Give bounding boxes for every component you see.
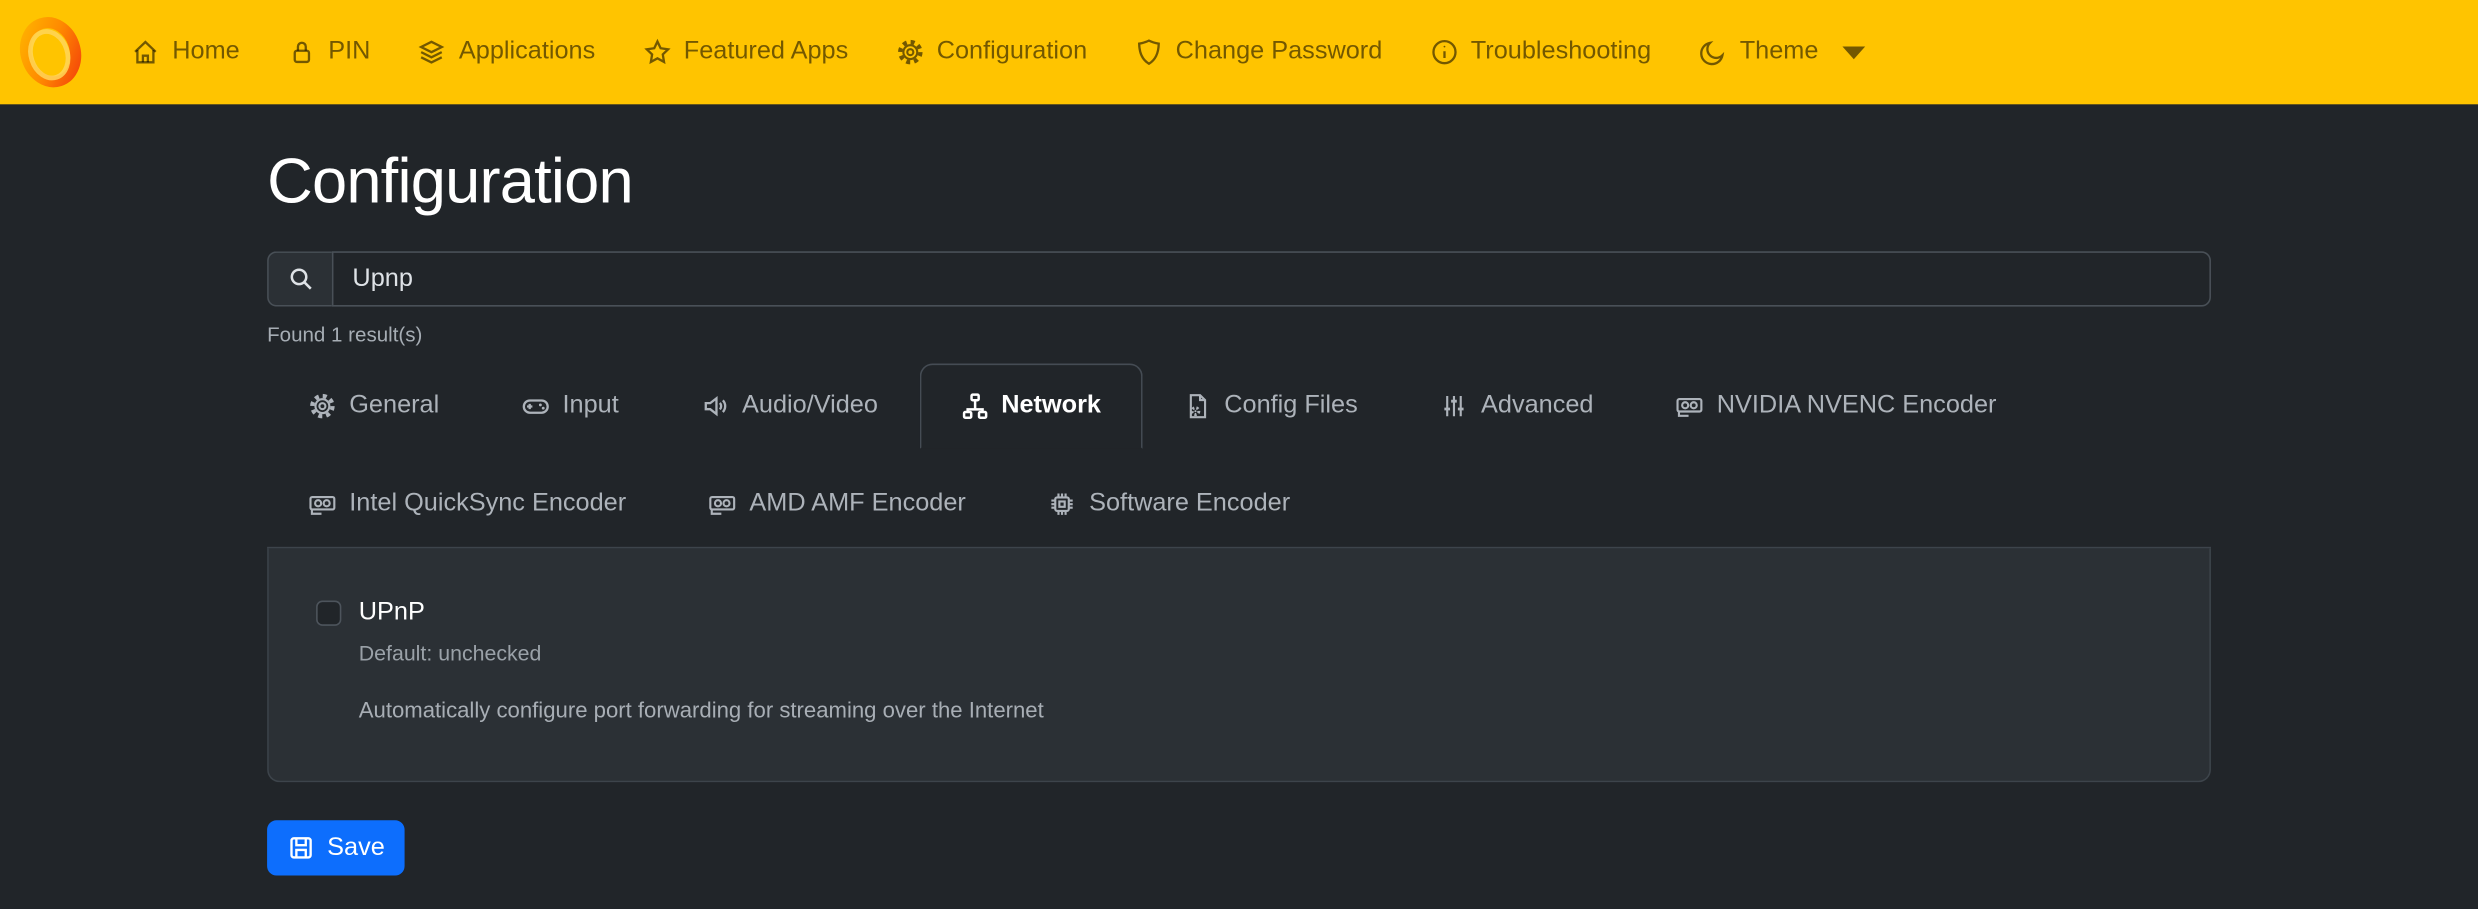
upnp-label[interactable]: UPnP [359,599,425,626]
nav-label: Featured Apps [684,38,848,66]
sliders-icon [1440,392,1468,420]
caret-down-icon [1839,38,1867,66]
tab-label: NVIDIA NVENC Encoder [1717,387,1997,425]
star-icon [643,38,671,66]
search-icon [287,266,314,293]
gpu-card-icon [308,490,336,518]
save-icon [288,834,315,861]
gpu-card-icon [708,490,736,518]
nav-label: Change Password [1176,38,1383,66]
tab-label: Input [562,387,618,425]
tab-label: Config Files [1224,387,1358,425]
search-results-count: Found 1 result(s) [267,319,2211,349]
save-button[interactable]: Save [267,820,405,875]
info-circle-icon [1430,38,1458,66]
tab-intel-quicksync-encoder[interactable]: Intel QuickSync Encoder [267,461,667,546]
tab-config-files[interactable]: Config Files [1142,363,1399,448]
nav-label: Troubleshooting [1471,38,1651,66]
nav-item-troubleshooting[interactable]: Troubleshooting [1406,0,1675,104]
tab-label: Software Encoder [1089,485,1290,523]
tab-network[interactable]: Network [919,363,1142,448]
app-root: Home PIN Applications Featured Apps Conf… [0,0,2478,909]
sunshine-logo-icon [16,16,86,89]
page-title: Configuration [267,147,2211,218]
tab-label: Intel QuickSync Encoder [349,485,626,523]
house-icon [131,38,159,66]
tab-software-encoder[interactable]: Software Encoder [1007,461,1331,546]
navbar-menu: Home PIN Applications Featured Apps Conf… [107,0,1891,104]
file-gear-icon [1183,392,1211,420]
diagram-icon [960,392,988,420]
nav-label: Theme [1740,38,1819,66]
config-search [267,251,2211,306]
tab-label: General [349,387,439,425]
tab-advanced[interactable]: Advanced [1399,363,1635,448]
nav-item-applications[interactable]: Applications [394,0,619,104]
upnp-checkbox[interactable] [316,601,341,626]
save-label: Save [327,834,385,862]
tab-label: Audio/Video [742,387,878,425]
tab-nvidia-nvenc-encoder[interactable]: NVIDIA NVENC Encoder [1635,363,2038,448]
tab-audio-video[interactable]: Audio/Video [660,363,919,448]
nav-item-theme[interactable]: Theme [1675,0,1891,104]
tab-general[interactable]: General [267,363,480,448]
nav-item-pin[interactable]: PIN [263,0,394,104]
nav-label: Configuration [937,38,1087,66]
search-addon [267,251,332,306]
nav-label: PIN [328,38,370,66]
main-content: Configuration Found 1 result(s) General … [267,147,2211,876]
network-tab-panel: UPnP Default: unchecked Automatically co… [267,548,2211,782]
cpu-icon [1048,490,1076,518]
speaker-icon [701,392,729,420]
nav-item-featured-apps[interactable]: Featured Apps [619,0,872,104]
gear-icon [308,392,336,420]
config-tabs: General Input Audio/Video Network Config… [267,363,2211,548]
nav-label: Home [172,38,239,66]
tab-amd-amf-encoder[interactable]: AMD AMF Encoder [667,461,1007,546]
navbar: Home PIN Applications Featured Apps Conf… [0,0,2478,104]
nav-item-home[interactable]: Home [107,0,263,104]
upnp-default-value: Default: unchecked [359,640,2162,668]
sunshine-logo[interactable] [16,16,86,89]
lock-icon [287,38,315,66]
nav-item-change-password[interactable]: Change Password [1111,0,1406,104]
nav-label: Applications [459,38,595,66]
gear-icon [896,38,924,66]
upnp-setting: UPnP Default: unchecked Automatically co… [316,596,2162,726]
stack-icon [418,38,446,66]
shield-icon [1135,38,1163,66]
tab-label: Advanced [1481,387,1593,425]
nav-item-configuration[interactable]: Configuration [872,0,1111,104]
upnp-description: Automatically configure port forwarding … [359,694,2162,726]
gamepad-icon [521,392,549,420]
tab-label: Network [1001,387,1101,425]
tab-input[interactable]: Input [480,363,660,448]
moon-icon [1699,38,1727,66]
search-input[interactable] [332,251,2211,306]
tab-label: AMD AMF Encoder [749,485,965,523]
gpu-card-icon [1676,392,1704,420]
